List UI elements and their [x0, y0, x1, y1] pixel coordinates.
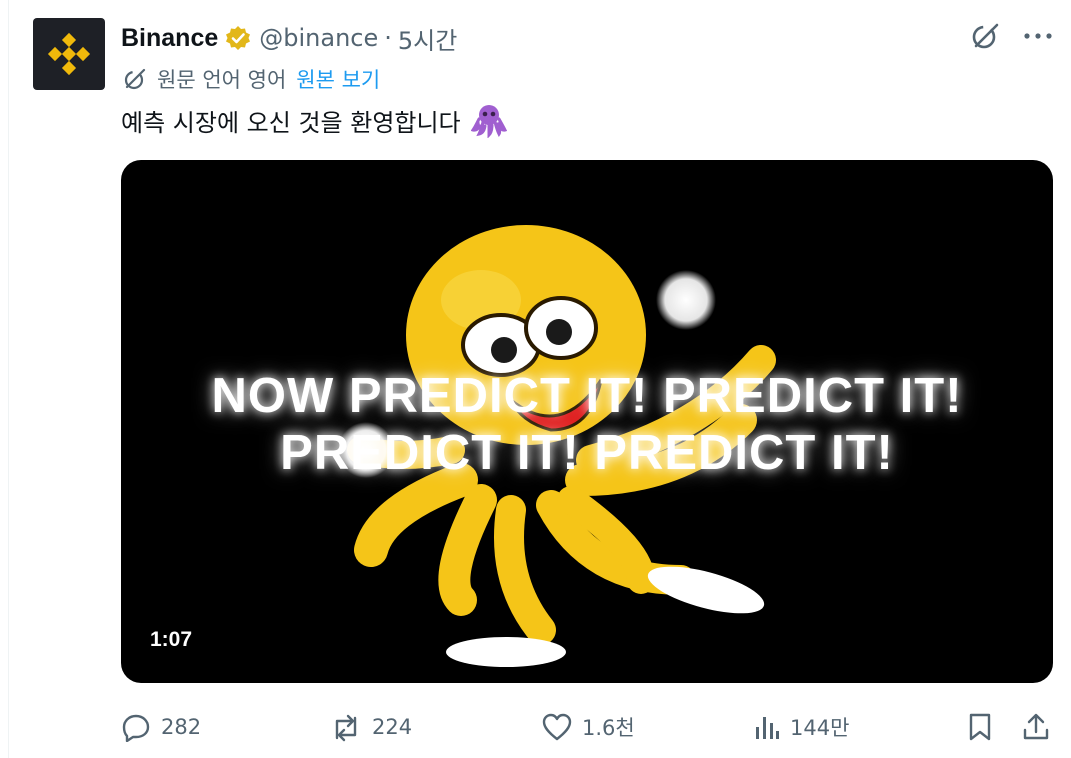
post-top-actions [969, 20, 1053, 52]
reply-button[interactable]: 282 [121, 705, 201, 749]
post-text: 예측 시장에 오신 것을 환영합니다 [121, 108, 461, 137]
bookmark-icon [969, 713, 991, 741]
post-time[interactable]: 5시간 [398, 21, 457, 56]
show-original-link[interactable]: 원본 보기 [296, 64, 380, 94]
separator-dot: · [384, 24, 392, 52]
post-text-row: 예측 시장에 오신 것을 환영합니다 [121, 100, 507, 140]
translation-note: 원문 언어 영어 [157, 68, 287, 92]
translate-icon [122, 66, 148, 92]
translation-row: 원문 언어 영어 원본 보기 [122, 62, 380, 96]
share-icon [1023, 713, 1049, 740]
reply-count: 282 [161, 715, 202, 739]
author-handle[interactable]: @binance [259, 24, 378, 52]
timeline-divider [8, 0, 9, 758]
more-options-icon[interactable] [1023, 31, 1053, 41]
like-button[interactable]: 1.6천 [542, 705, 635, 749]
verified-badge-icon[interactable] [225, 25, 251, 51]
repost-button[interactable]: 224 [330, 705, 412, 749]
bookmark-button[interactable] [967, 705, 993, 749]
heart-icon [542, 713, 572, 741]
grok-icon[interactable] [969, 20, 1001, 52]
like-count: 1.6천 [582, 716, 635, 740]
views-button[interactable]: 144만 [754, 705, 849, 749]
views-count: 144만 [790, 716, 850, 740]
post-header: Binance @binance · 5시간 [121, 20, 457, 56]
author-name[interactable]: Binance [121, 24, 218, 53]
video-player[interactable]: NOW PREDICT IT! PREDICT IT! PREDICT IT! … [121, 160, 1053, 683]
reply-icon [122, 714, 150, 742]
share-button[interactable] [1022, 705, 1050, 749]
video-duration: 1:07 [150, 628, 193, 651]
post-action-bar: 282 224 1.6천 144만 [0, 705, 1071, 749]
views-bar-chart-icon [756, 717, 779, 739]
binance-logo-icon [47, 32, 91, 76]
avatar[interactable] [33, 18, 105, 90]
repost-icon [335, 714, 357, 742]
video-overlay-line2: PREDICT IT! PREDICT IT! [280, 426, 894, 480]
repost-count: 224 [372, 715, 413, 739]
video-overlay-line1: NOW PREDICT IT! PREDICT IT! [211, 369, 963, 423]
octopus-emoji [470, 102, 507, 138]
